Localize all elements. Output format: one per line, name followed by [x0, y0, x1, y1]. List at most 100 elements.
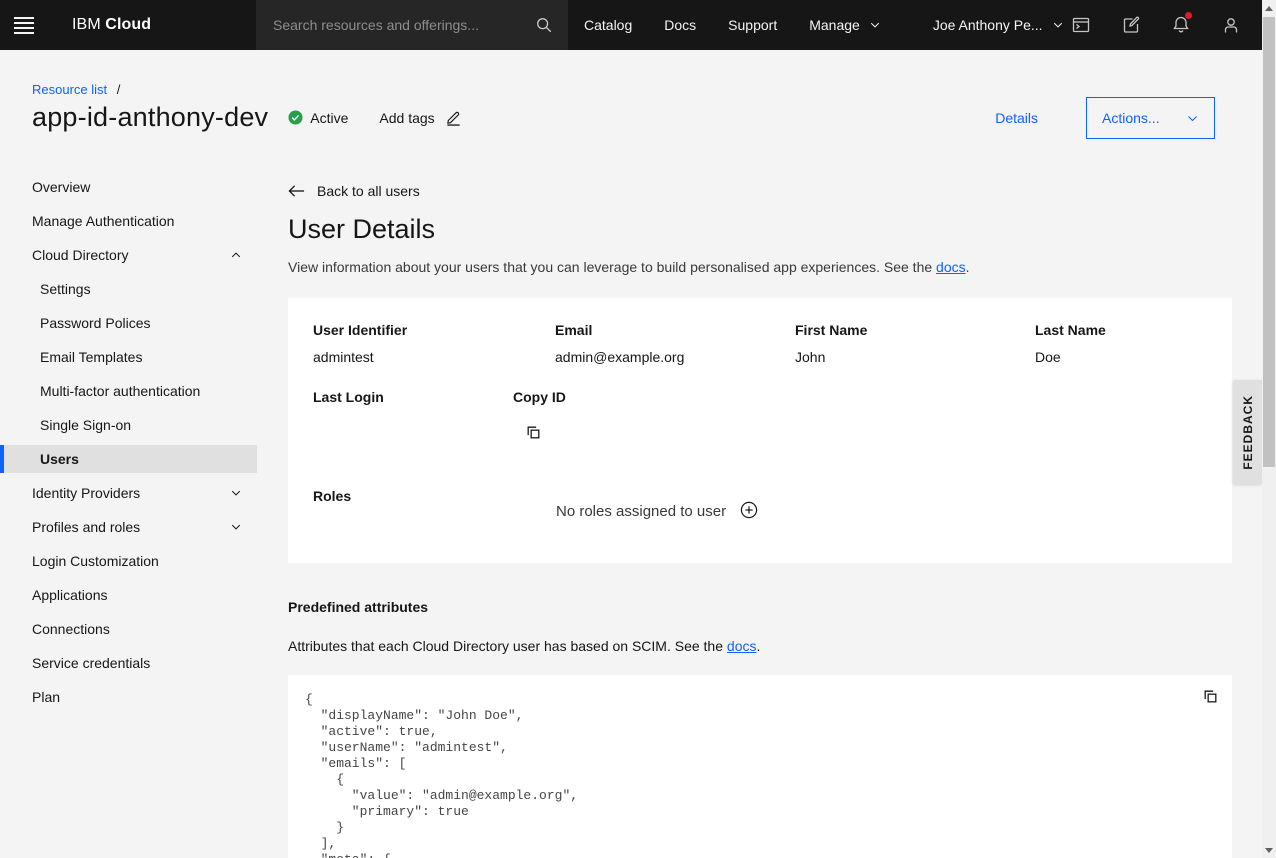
sidebar-item-settings[interactable]: Settings [0, 275, 257, 303]
sidebar-item-login-customization[interactable]: Login Customization [0, 547, 257, 575]
sidebar-item-label: Multi-factor authentication [40, 383, 242, 399]
sidebar-item-label: Applications [32, 587, 242, 603]
feedback-label: FEEDBACK [1241, 395, 1255, 470]
attributes-description-period: . [756, 638, 760, 654]
back-link-label: Back to all users [317, 183, 420, 199]
description-text: View information about your users that y… [288, 259, 936, 275]
copy-id-button[interactable] [525, 424, 542, 441]
vertical-scrollbar[interactable] [1262, 0, 1276, 858]
notifications-bell-icon[interactable] [1156, 0, 1206, 50]
sidebar-item-label: Service credentials [32, 655, 242, 671]
sidebar-item-overview[interactable]: Overview [0, 173, 257, 201]
header-nav: Catalog Docs Support Manage Joe Anthony … [568, 0, 1080, 50]
sidebar-item-label: Login Customization [32, 553, 242, 569]
field-label-email: Email [555, 322, 592, 338]
chevron-down-icon [1186, 112, 1199, 125]
sidebar-item-applications[interactable]: Applications [0, 581, 257, 609]
sidebar-item-connections[interactable]: Connections [0, 615, 257, 643]
sidebar-item-label: Email Templates [40, 349, 242, 365]
copy-json-button[interactable] [1202, 688, 1219, 705]
top-header: IBM Cloud Catalog Docs Support Manage Jo… [0, 0, 1276, 50]
add-tags-button[interactable]: Add tags [379, 109, 461, 126]
field-value-user-identifier: admintest [313, 349, 374, 365]
docs-link[interactable]: docs [936, 259, 966, 275]
user-avatar-icon[interactable] [1206, 0, 1256, 50]
chevron-down-icon [230, 521, 242, 533]
predefined-attributes-heading: Predefined attributes [288, 599, 1232, 615]
side-navigation: Overview Manage Authentication Cloud Direc… [0, 160, 257, 717]
add-role-button[interactable] [740, 501, 758, 519]
edit-pencil-icon [445, 109, 462, 126]
nav-manage[interactable]: Manage [793, 0, 897, 50]
back-to-users-link[interactable]: Back to all users [288, 183, 1232, 199]
arrow-left-icon [288, 184, 305, 198]
field-label-user-identifier: User Identifier [313, 322, 407, 338]
sidebar-item-label: Profiles and roles [32, 519, 230, 535]
manage-label: Manage [809, 17, 860, 33]
sidebar-item-service-credentials[interactable]: Service credentials [0, 649, 257, 677]
nav-docs[interactable]: Docs [648, 0, 712, 50]
header-icon-group [1056, 0, 1256, 50]
nav-catalog[interactable]: Catalog [568, 0, 648, 50]
cloud-shell-icon[interactable] [1056, 0, 1106, 50]
field-value-email: admin@example.org [555, 349, 684, 365]
sidebar-item-manage-authentication[interactable]: Manage Authentication [0, 207, 257, 235]
copy-icon [1202, 688, 1219, 705]
sidebar-item-label: Settings [40, 281, 242, 297]
scrollbar-thumb[interactable] [1263, 17, 1275, 467]
scroll-down-arrow[interactable] [1262, 842, 1276, 858]
sidebar-item-label: Manage Authentication [32, 213, 242, 229]
description-period: . [966, 259, 970, 275]
sidebar-item-label: Identity Providers [32, 485, 230, 501]
chevron-down-icon [869, 19, 881, 31]
sidebar-item-email-templates[interactable]: Email Templates [0, 343, 257, 371]
sidebar-item-label: Overview [32, 179, 242, 195]
sidebar-item-password-polices[interactable]: Password Polices [0, 309, 257, 337]
sidebar-item-multi-factor-authentication[interactable]: Multi-factor authentication [0, 377, 257, 405]
scim-json-code[interactable]: { "displayName": "John Doe", "active": t… [305, 692, 1192, 858]
docs-link[interactable]: docs [727, 638, 757, 654]
field-label-last-name: Last Name [1035, 322, 1106, 338]
actions-dropdown[interactable]: Actions... [1086, 97, 1215, 139]
page-header: Resource list / app-id-anthony-dev Activ… [0, 50, 1276, 160]
section-description: View information about your users that y… [288, 259, 1232, 275]
attributes-description: Attributes that each Cloud Directory use… [288, 638, 1232, 654]
nav-support[interactable]: Support [712, 0, 793, 50]
sidebar-item-single-sign-on[interactable]: Single Sign-on [0, 411, 257, 439]
scim-attributes-card: { "displayName": "John Doe", "active": t… [288, 675, 1232, 858]
field-label-first-name: First Name [795, 322, 867, 338]
status-label: Active [310, 110, 348, 126]
sidebar-item-label: Single Sign-on [40, 417, 242, 433]
page-title: app-id-anthony-dev [32, 102, 268, 133]
user-details-card: User Identifier Email First Name Last Na… [288, 298, 1232, 563]
sidebar-item-cloud-directory[interactable]: Cloud Directory [0, 241, 257, 269]
sidebar-item-identity-providers[interactable]: Identity Providers [0, 479, 257, 507]
breadcrumb-resource-list[interactable]: Resource list [32, 82, 107, 97]
details-link[interactable]: Details [995, 110, 1038, 126]
menu-icon[interactable] [0, 0, 48, 50]
chevron-up-icon [230, 249, 242, 261]
sidebar-item-label: Connections [32, 621, 242, 637]
add-circle-icon [740, 501, 758, 519]
attributes-description-text: Attributes that each Cloud Directory use… [288, 638, 727, 654]
feedback-tab[interactable]: FEEDBACK [1234, 380, 1262, 484]
sidebar-item-users[interactable]: Users [0, 445, 257, 473]
sidebar-item-label: Users [40, 451, 242, 467]
check-circle-icon [288, 110, 303, 125]
actions-label: Actions... [1102, 110, 1160, 126]
scroll-up-arrow[interactable] [1262, 0, 1276, 16]
sidebar-item-plan[interactable]: Plan [0, 683, 257, 711]
ibm-cloud-logo[interactable]: IBM Cloud [72, 16, 151, 34]
sidebar-item-label: Cloud Directory [32, 247, 230, 263]
field-label-last-login: Last Login [313, 389, 384, 405]
section-title: User Details [288, 214, 1232, 245]
breadcrumb: Resource list / [32, 82, 120, 97]
status-badge: Active [288, 110, 348, 126]
sidebar-item-profiles-and-roles[interactable]: Profiles and roles [0, 513, 257, 541]
write-feedback-icon[interactable] [1106, 0, 1156, 50]
search-input[interactable] [256, 17, 520, 33]
search-icon[interactable] [520, 16, 568, 34]
field-label-copy-id: Copy ID [513, 389, 566, 405]
field-value-last-name: Doe [1035, 349, 1061, 365]
breadcrumb-separator: / [117, 82, 121, 97]
